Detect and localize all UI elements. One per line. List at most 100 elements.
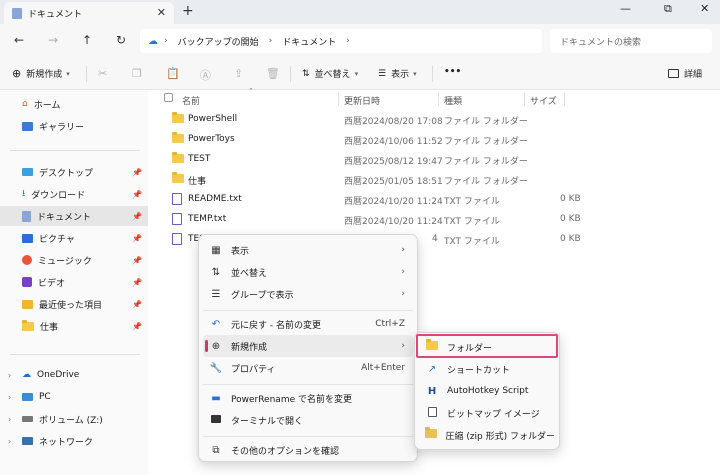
- file-type: ファイル フォルダー: [444, 177, 528, 187]
- menu-item-group-by[interactable]: ☰ グループで表示 ›: [203, 283, 413, 305]
- sidebar-divider: [10, 150, 140, 151]
- sidebar-item-work[interactable]: 仕事 📌: [0, 316, 148, 336]
- pin-icon[interactable]: 📌: [132, 212, 142, 221]
- file-type: TXT ファイル: [444, 237, 500, 247]
- cloud-backup-icon: ☁: [148, 35, 158, 47]
- submenu-item-autohotkey[interactable]: H AutoHotkey Script: [419, 380, 555, 402]
- menu-item-label: その他のオプションを確認: [231, 446, 340, 457]
- address-bar[interactable]: ☁ › バックアップの開始 › ドキュメント ›: [140, 29, 542, 53]
- pin-icon[interactable]: 📌: [132, 300, 142, 309]
- details-button[interactable]: 詳細: [668, 67, 702, 80]
- copy-icon[interactable]: ❐: [132, 67, 142, 80]
- chevron-right-icon[interactable]: ›: [8, 415, 11, 424]
- chevron-right-icon[interactable]: ›: [8, 437, 11, 446]
- table-row[interactable]: PowerToys 西暦2024/10/06 11:52 ファイル フォルダー: [162, 130, 718, 150]
- rename-icon[interactable]: Ⓐ: [200, 67, 211, 83]
- chevron-right-icon[interactable]: ›: [269, 36, 273, 46]
- back-arrow-icon[interactable]: ←: [14, 33, 24, 47]
- minimize-button[interactable]: —: [620, 2, 631, 15]
- column-divider[interactable]: [524, 92, 525, 106]
- sidebar-item-downloads[interactable]: ⭳ ダウンロード 📌: [0, 184, 148, 204]
- menu-item-label: 新規作成: [231, 342, 268, 353]
- column-divider[interactable]: [338, 92, 339, 106]
- breadcrumb-documents[interactable]: ドキュメント: [282, 35, 336, 48]
- chevron-down-icon: ▾: [66, 69, 70, 78]
- column-header-type[interactable]: 種類: [444, 94, 462, 107]
- delete-icon[interactable]: 🗑: [266, 67, 280, 80]
- submenu-item-bitmap[interactable]: ビットマップ イメージ: [419, 402, 555, 424]
- menu-item-open-terminal[interactable]: ターミナルで開く: [203, 409, 413, 431]
- menu-item-properties[interactable]: 🔧 プロパティ Alt+Enter: [203, 357, 413, 379]
- sidebar-item-volume-z[interactable]: › ボリューム (Z:): [0, 409, 148, 429]
- pin-icon[interactable]: 📌: [132, 234, 142, 243]
- tab-documents[interactable]: ドキュメント ✕: [4, 2, 174, 24]
- new-tab-button[interactable]: +: [182, 3, 194, 19]
- sidebar-item-gallery[interactable]: ギャラリー: [0, 116, 148, 136]
- table-row[interactable]: TEMP.txt 西暦2024/10/20 11:24 TXT ファイル 0 K…: [162, 210, 718, 230]
- breadcrumb-backup[interactable]: バックアップの開始: [178, 35, 259, 48]
- up-arrow-icon[interactable]: ↑: [82, 33, 92, 47]
- menu-item-more-options[interactable]: ⧉ その他のオプションを確認: [203, 439, 413, 461]
- file-date: 西暦2024/10/20 11:24: [344, 217, 443, 227]
- table-row[interactable]: PowerShell 西暦2024/08/20 17:08 ファイル フォルダー: [162, 110, 718, 130]
- sidebar-item-videos[interactable]: ビデオ 📌: [0, 272, 148, 292]
- pin-icon[interactable]: 📌: [132, 190, 142, 199]
- sidebar-item-desktop[interactable]: デスクトップ 📌: [0, 162, 148, 182]
- more-options-button[interactable]: •••: [444, 67, 461, 77]
- pin-icon[interactable]: 📌: [132, 256, 142, 265]
- sidebar-item-recent[interactable]: 最近使った項目 📌: [0, 294, 148, 314]
- forward-arrow-icon[interactable]: →: [48, 33, 58, 47]
- divider: [86, 66, 87, 82]
- close-button[interactable]: ✕: [700, 2, 709, 15]
- pin-icon[interactable]: 📌: [132, 322, 142, 331]
- view-button[interactable]: ☰ 表示 ▾: [378, 67, 417, 81]
- table-row[interactable]: README.txt 西暦2024/10/20 11:24 TXT ファイル 0…: [162, 190, 718, 210]
- sidebar-item-documents[interactable]: ドキュメント 📌: [0, 206, 148, 226]
- folder-icon: [172, 112, 184, 123]
- refresh-icon[interactable]: ↻: [116, 33, 126, 47]
- file-date: 4: [432, 234, 438, 244]
- tab-close-icon[interactable]: ✕: [157, 6, 166, 19]
- share-icon[interactable]: ⇪: [234, 67, 243, 80]
- folder-icon: [172, 132, 184, 143]
- select-all-checkbox[interactable]: [164, 93, 173, 105]
- menu-item-undo-rename[interactable]: ↶ 元に戻す - 名前の変更 Ctrl+Z: [203, 313, 413, 335]
- sidebar-item-pictures[interactable]: ピクチャ 📌: [0, 228, 148, 248]
- text-file-icon: [172, 213, 182, 225]
- column-divider[interactable]: [564, 92, 565, 106]
- submenu-item-shortcut[interactable]: ↗ ショートカット: [419, 358, 555, 380]
- sidebar-item-pc[interactable]: › PC: [0, 387, 148, 407]
- pin-icon[interactable]: 📌: [132, 168, 142, 177]
- menu-item-view[interactable]: ▦ 表示 ›: [203, 239, 413, 261]
- submenu-item-zip-folder[interactable]: 圧縮 (zip 形式) フォルダー: [419, 424, 555, 446]
- chevron-right-icon[interactable]: ›: [8, 393, 11, 402]
- chevron-right-icon[interactable]: ›: [8, 371, 11, 380]
- menu-item-sort[interactable]: ⇅ 並べ替え ›: [203, 261, 413, 283]
- search-input[interactable]: ドキュメントの検索: [550, 29, 712, 53]
- pin-icon[interactable]: 📌: [132, 278, 142, 287]
- column-header-name[interactable]: 名前: [182, 94, 200, 107]
- sort-button[interactable]: ⇅ 並べ替え ▾: [302, 67, 358, 81]
- text-file-icon: [172, 233, 182, 245]
- column-header-date[interactable]: 更新日時: [344, 94, 380, 107]
- paste-icon[interactable]: 📋: [166, 67, 180, 80]
- new-button[interactable]: ⊕ 新規作成 ▾: [12, 67, 70, 80]
- table-row[interactable]: TEST 西暦2025/08/12 19:47 ファイル フォルダー: [162, 150, 718, 170]
- chevron-right-icon[interactable]: ›: [346, 36, 350, 46]
- menu-divider: [203, 310, 413, 311]
- wrench-icon: 🔧: [209, 362, 223, 374]
- table-row[interactable]: 仕事 西暦2025/01/05 18:51 ファイル フォルダー: [162, 170, 718, 190]
- sidebar-item-network[interactable]: › ネットワーク: [0, 431, 148, 451]
- menu-item-label: 表示: [231, 246, 250, 257]
- column-divider[interactable]: [438, 92, 439, 106]
- chevron-right-icon[interactable]: ›: [164, 36, 168, 46]
- column-header-size[interactable]: サイズ: [530, 94, 557, 107]
- menu-item-powerrename[interactable]: ▬ PowerRename で名前を変更: [203, 387, 413, 409]
- file-type: TXT ファイル: [444, 217, 500, 227]
- sidebar-item-onedrive[interactable]: › ☁ OneDrive: [0, 365, 148, 385]
- menu-item-new[interactable]: ⊕ 新規作成 ›: [203, 335, 413, 357]
- sidebar-item-home[interactable]: ⌂ ホーム: [0, 94, 148, 114]
- maximize-button[interactable]: ⧉: [664, 2, 672, 16]
- cut-icon[interactable]: ✂: [98, 67, 107, 80]
- sidebar-item-music[interactable]: ミュージック 📌: [0, 250, 148, 270]
